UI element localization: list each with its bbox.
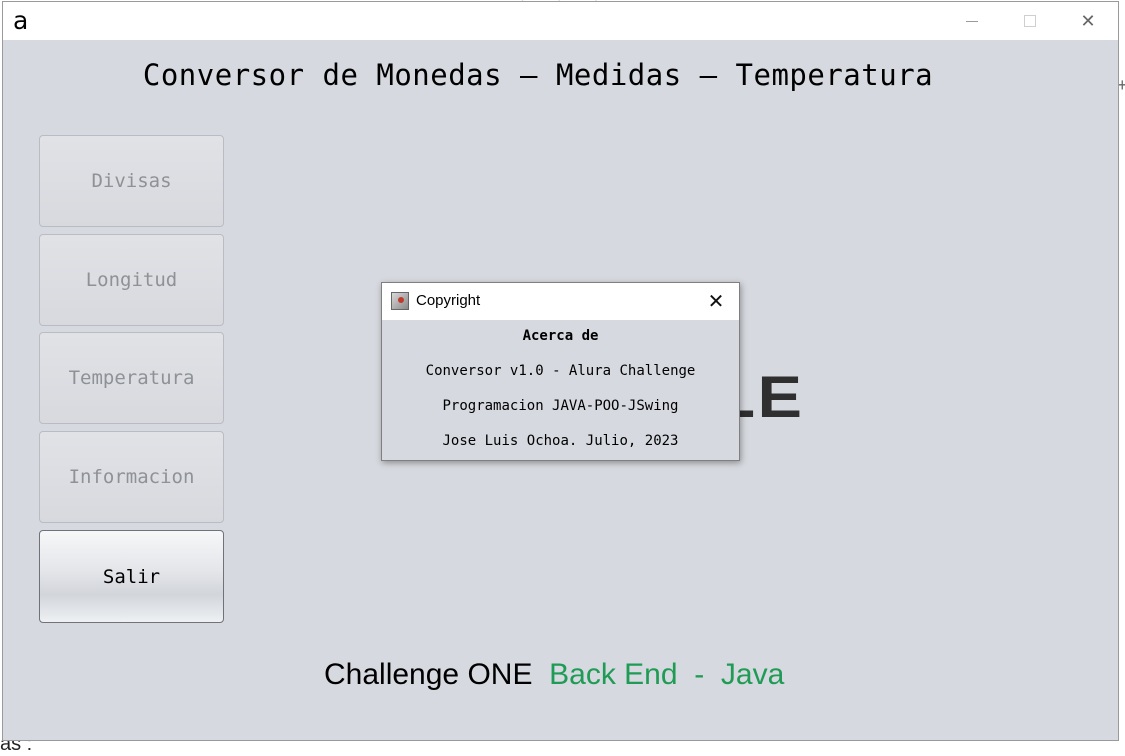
- dialog-close-button[interactable]: ✕: [699, 286, 733, 316]
- dialog-line-version: Conversor v1.0 - Alura Challenge: [425, 363, 696, 379]
- dialog-line-programming: Programacion JAVA-POO-JSwing: [442, 398, 679, 414]
- informacion-button[interactable]: Informacion: [39, 431, 224, 523]
- dialog-line-author: Jose Luis Ochoa. Julio, 2023: [442, 433, 679, 449]
- page-title: Conversor de Monedas – Medidas – Tempera…: [142, 58, 934, 92]
- app-logo-icon: a: [13, 6, 29, 35]
- salir-button[interactable]: Salir: [39, 530, 224, 623]
- dialog-title: Copyright: [416, 292, 481, 309]
- footer-backend-text: Back End: [540, 658, 686, 691]
- footer-challenge-text: Challenge ONE: [324, 658, 541, 691]
- java-app-icon: [391, 292, 409, 310]
- minimize-icon: [966, 20, 978, 22]
- footer-separator: -: [685, 658, 713, 691]
- divisas-button[interactable]: Divisas: [39, 135, 224, 227]
- footer-java-text: Java: [712, 658, 785, 691]
- close-icon: ✕: [707, 289, 725, 313]
- maximize-icon: [1024, 15, 1036, 27]
- maximize-button[interactable]: [1007, 6, 1053, 36]
- minimize-button[interactable]: [949, 6, 995, 36]
- copyright-dialog: Copyright ✕ Acerca de Conversor v1.0 - A…: [381, 282, 740, 461]
- window-titlebar: a ✕: [3, 2, 1118, 40]
- close-button[interactable]: ✕: [1065, 6, 1111, 36]
- longitud-button[interactable]: Longitud: [39, 234, 224, 326]
- footer-credits: Challenge ONE Back End - Java: [324, 658, 784, 692]
- temperatura-button[interactable]: Temperatura: [39, 332, 224, 424]
- dialog-heading: Acerca de: [522, 328, 599, 344]
- dialog-titlebar: Copyright ✕: [382, 283, 739, 320]
- close-icon: ✕: [1080, 10, 1096, 32]
